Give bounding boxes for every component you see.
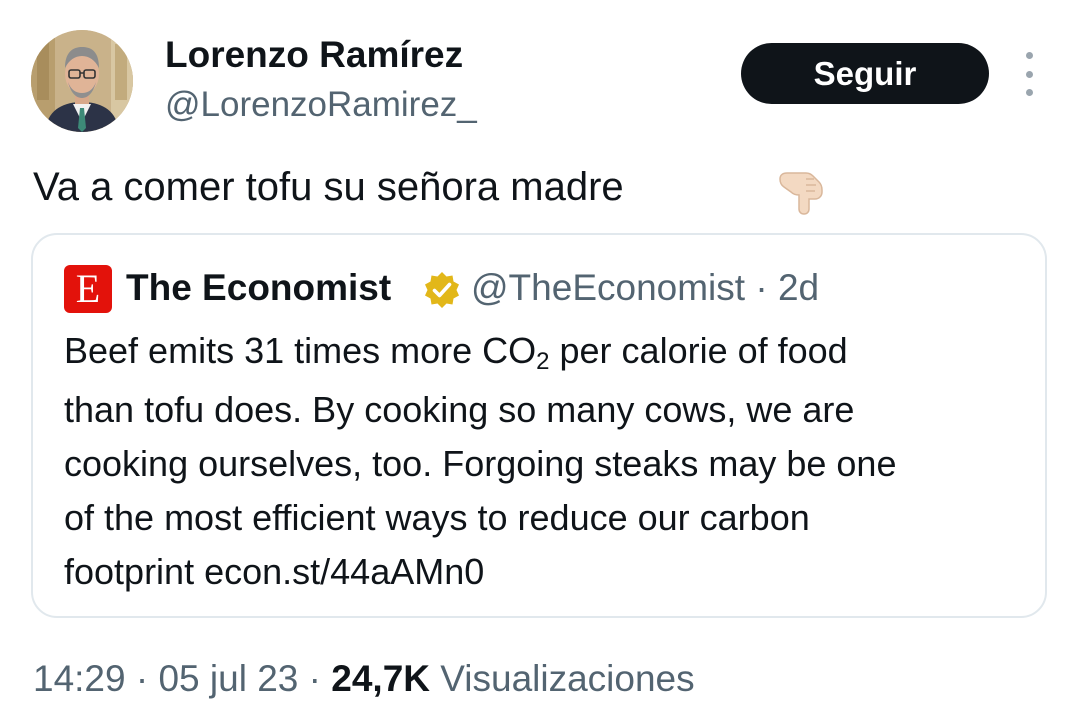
quoted-line-5: footprint <box>64 551 205 592</box>
more-dot <box>1025 52 1033 59</box>
quoted-meta: @TheEconomist · 2d <box>471 265 819 311</box>
verified-badge-icon <box>425 272 459 308</box>
quoted-line-1-end: per calorie of food <box>549 330 848 371</box>
more-dot <box>1025 89 1033 96</box>
quoted-age[interactable]: 2d <box>778 267 819 308</box>
quoted-text: Beef emits 31 times more CO2 per calorie… <box>64 324 896 599</box>
views-label[interactable]: Visualizaciones <box>440 658 694 699</box>
meta-separator: · <box>745 267 778 308</box>
follow-button[interactable]: Seguir <box>741 43 989 104</box>
subscript-2: 2 <box>536 348 550 375</box>
tweet-date[interactable]: 05 jul 23 <box>158 658 298 699</box>
footer-separator: · <box>125 658 159 699</box>
quoted-line-4: of the most efficient ways to reduce our… <box>64 497 810 538</box>
footer-separator: · <box>298 658 332 699</box>
pointing-down-hand-icon <box>779 172 823 215</box>
more-dot <box>1025 70 1033 78</box>
quoted-author-handle[interactable]: @TheEconomist <box>471 267 745 308</box>
quoted-author-name[interactable]: The Economist <box>126 265 391 311</box>
avatar[interactable] <box>31 30 133 132</box>
quoted-line-1: Beef emits 31 times more CO <box>64 330 537 371</box>
author-handle[interactable]: @LorenzoRamirez_ <box>165 84 477 126</box>
tweet-time[interactable]: 14:29 <box>33 658 126 699</box>
author-name[interactable]: Lorenzo Ramírez <box>165 33 463 77</box>
views-count[interactable]: 24,7K <box>331 658 430 699</box>
quoted-line-3: cooking ourselves, too. Forgoing steaks … <box>64 443 897 484</box>
economist-logo: E <box>64 265 112 313</box>
avatar-photo <box>31 30 133 132</box>
tweet-footer: 14:29 · 05 jul 23 · 24,7K Visualizacione… <box>33 655 695 703</box>
quoted-line: Beef emits 31 times more CO2 per calorie… <box>64 324 896 383</box>
quoted-line-2: than tofu does. By cooking so many cows,… <box>64 389 855 430</box>
quoted-tweet-card[interactable]: E The Economist @TheEconomist · 2d Beef … <box>31 233 1047 618</box>
tweet-text: Va a comer tofu su señora madre <box>33 165 624 209</box>
quoted-line: footprint econ.st/44aAMn0 <box>64 545 896 599</box>
quoted-link[interactable]: econ.st/44aAMn0 <box>204 551 484 592</box>
more-options-icon[interactable] <box>1016 52 1042 96</box>
